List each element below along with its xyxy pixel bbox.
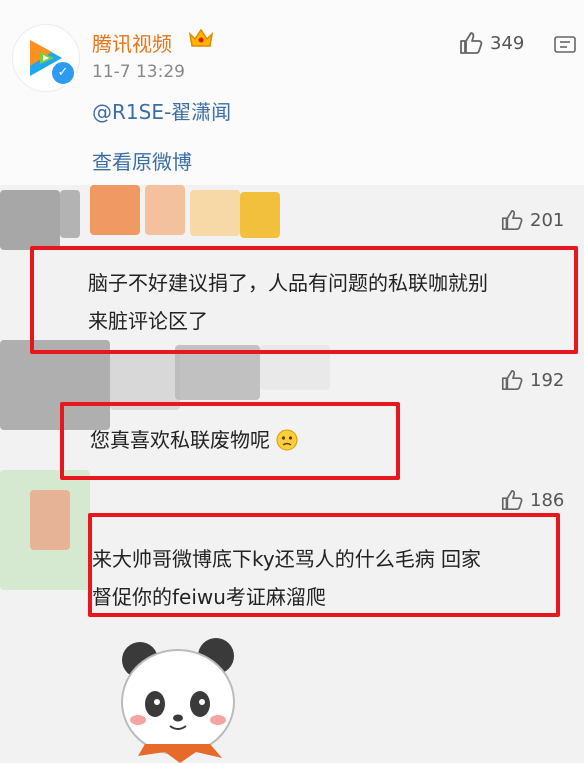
thumb-up-icon xyxy=(501,209,523,231)
comment-like-count: 201 xyxy=(530,209,565,231)
comment-line: 脑子不好建议捐了，人品有问题的私联咖就别 xyxy=(88,271,488,295)
thumb-up-icon xyxy=(501,369,523,391)
thumb-up-icon xyxy=(501,489,523,511)
redaction-smear xyxy=(30,490,70,550)
post-time: 11-7 13:29 xyxy=(92,62,185,82)
comment-like-button[interactable]: 192 xyxy=(500,368,564,392)
redaction-smear xyxy=(110,350,180,410)
comment-line: 您真喜欢私联废物呢 xyxy=(90,428,270,452)
view-original-link[interactable]: 查看原微博 xyxy=(92,146,192,175)
panda-sticker xyxy=(121,638,235,763)
crown-icon xyxy=(188,28,214,47)
verified-icon: ✓ xyxy=(50,60,76,86)
comment-like-count: 186 xyxy=(530,489,565,511)
redaction-smear xyxy=(0,190,60,250)
comment-text: 脑子不好建议捐了，人品有问题的私联咖就别 来脏评论区了 xyxy=(88,264,488,340)
redaction-smear xyxy=(60,190,80,238)
crying-emoji xyxy=(276,429,298,451)
comment-line: 督促你的feiwu考证麻溜爬 xyxy=(92,585,326,609)
post-like-count: 349 xyxy=(490,32,525,54)
post-header: ✓ 腾讯视频 11-7 13:29 @R1SE-翟潇闻 查看原微博 349 xyxy=(0,0,584,185)
redaction-smear xyxy=(90,185,140,235)
post-like-button[interactable]: 349 xyxy=(458,30,524,56)
redaction-smear xyxy=(145,185,185,235)
comment-text: 来大帅哥微博底下ky还骂人的什么毛病 回家 督促你的feiwu考证麻溜爬 xyxy=(92,540,481,616)
comment-line: 来大帅哥微博底下ky还骂人的什么毛病 回家 xyxy=(92,547,482,571)
comment-like-button[interactable]: 186 xyxy=(500,488,564,512)
redaction-smear xyxy=(240,192,280,238)
comment-line: 来脏评论区了 xyxy=(88,309,208,333)
comment-like-button[interactable]: 201 xyxy=(500,208,564,232)
thumb-up-icon xyxy=(460,32,483,54)
mention-link[interactable]: @R1SE-翟潇闻 xyxy=(92,96,231,125)
comment-like-count: 192 xyxy=(530,369,565,391)
more-icon[interactable] xyxy=(553,34,577,56)
username[interactable]: 腾讯视频 xyxy=(92,28,172,57)
redaction-smear xyxy=(190,190,240,236)
comment-text: 您真喜欢私联废物呢 xyxy=(90,421,298,459)
